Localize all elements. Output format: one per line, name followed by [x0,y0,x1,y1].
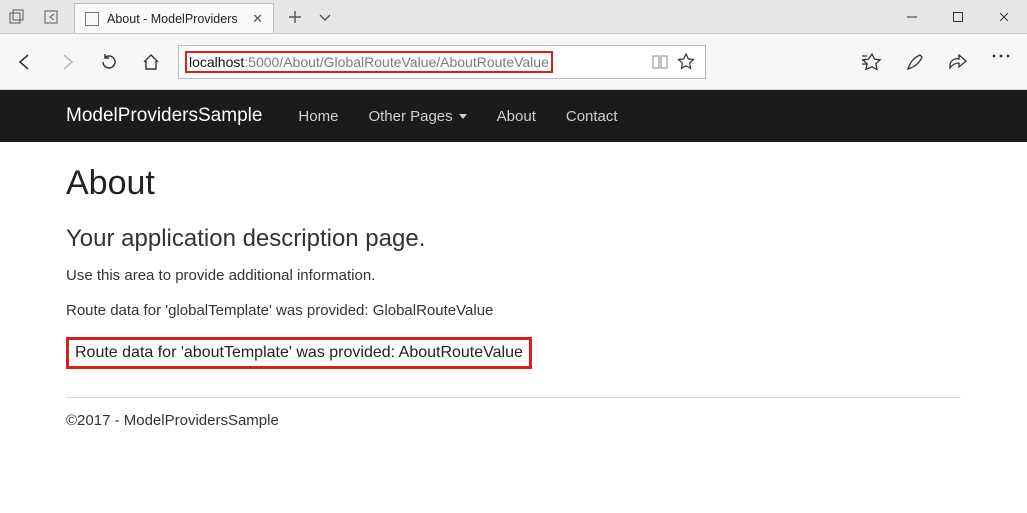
tabs-overview-icon[interactable] [0,0,34,34]
route-about-highlight: Route data for 'aboutTemplate' was provi… [66,337,532,369]
route-about-text: Route data for 'aboutTemplate' was provi… [75,344,523,361]
nav-home[interactable]: Home [298,108,338,125]
set-aside-tabs-icon[interactable] [34,0,68,34]
notes-icon[interactable] [905,52,925,72]
refresh-icon[interactable] [94,47,124,77]
titlebar-left [0,0,68,33]
nav-contact[interactable]: Contact [566,108,618,125]
minimize-icon[interactable] [889,0,935,34]
nav-home-label: Home [298,108,338,125]
more-icon[interactable] [991,52,1011,72]
maximize-icon[interactable] [935,0,981,34]
toolbar-right [861,52,1017,72]
reading-view-icon[interactable] [647,54,673,70]
chevron-down-icon [459,114,467,119]
window-controls [889,0,1027,33]
footer-text: ©2017 - ModelProvidersSample [66,412,961,429]
site-navbar: ModelProvidersSample Home Other Pages Ab… [0,90,1027,142]
forward-icon[interactable] [52,47,82,77]
close-tab-icon[interactable]: ✕ [252,11,263,27]
page-title: About [66,164,961,203]
nav-other-pages[interactable]: Other Pages [368,108,466,125]
nav-about[interactable]: About [497,108,536,125]
new-tab-icon[interactable] [288,10,302,24]
nav-other-label: Other Pages [368,108,452,125]
share-icon[interactable] [947,52,969,72]
route-global-text: Route data for 'globalTemplate' was prov… [66,302,961,319]
hub-icon[interactable] [861,52,883,72]
page-icon [85,12,99,26]
page-container: About Your application description page.… [0,142,1027,429]
tab-preview-icon[interactable] [318,12,332,22]
tab-actions [274,0,332,33]
home-icon[interactable] [136,47,166,77]
tab-title: About - ModelProviders [107,12,242,26]
address-bar[interactable]: localhost:5000/About/GlobalRouteValue/Ab… [178,45,706,79]
url-path: :5000/About/GlobalRouteValue/AboutRouteV… [244,54,549,70]
back-icon[interactable] [10,47,40,77]
nav-contact-label: Contact [566,108,618,125]
page-subtitle: Your application description page. [66,225,961,253]
navbar-brand[interactable]: ModelProvidersSample [66,105,262,127]
page-description: Use this area to provide additional info… [66,267,961,284]
favorite-star-icon[interactable] [673,53,699,71]
nav-about-label: About [497,108,536,125]
browser-toolbar: localhost:5000/About/GlobalRouteValue/Ab… [0,34,1027,90]
window-titlebar: About - ModelProviders ✕ [0,0,1027,34]
page-viewport: ModelProvidersSample Home Other Pages Ab… [0,90,1027,429]
url-host: localhost [189,54,244,70]
footer-divider [66,397,961,398]
close-window-icon[interactable] [981,0,1027,34]
tab-strip: About - ModelProviders ✕ [68,0,274,33]
url-highlight: localhost:5000/About/GlobalRouteValue/Ab… [185,51,553,73]
browser-tab-active[interactable]: About - ModelProviders ✕ [74,3,274,33]
